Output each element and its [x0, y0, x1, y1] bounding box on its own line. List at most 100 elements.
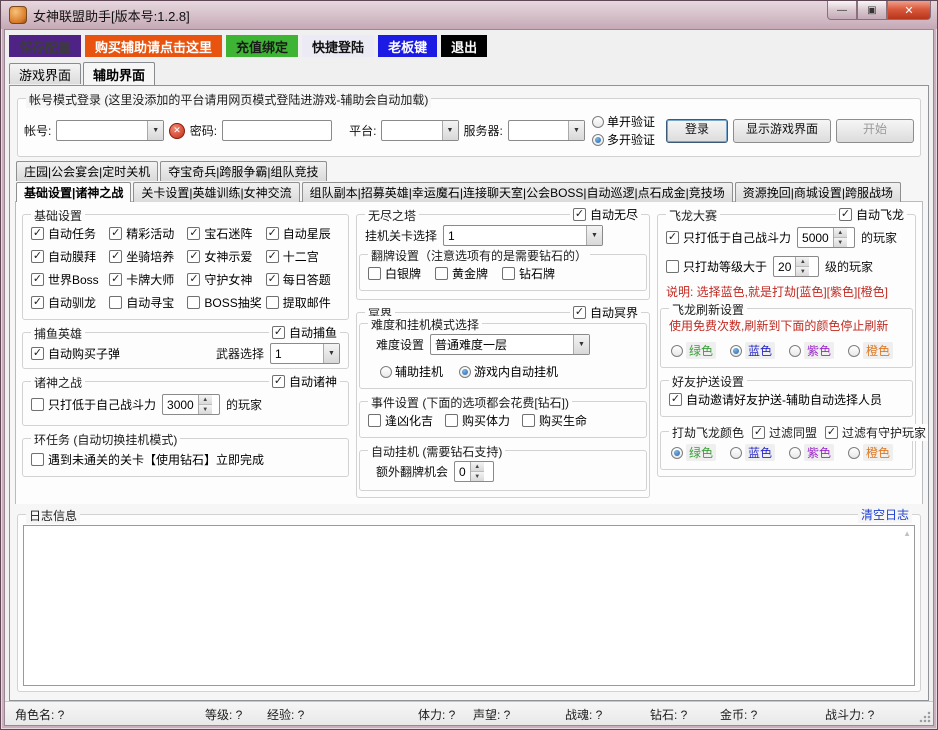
checkbox-buy-bullet[interactable]: 自动购买子弹 — [31, 345, 120, 362]
weapon-combobox[interactable]: 1 ▼ — [270, 343, 340, 364]
checkbox-mount-train[interactable]: 坐骑培养 — [109, 248, 183, 265]
checkbox-auto-escort[interactable]: 自动邀请好友护送-辅助自动选择人员 — [669, 391, 882, 408]
log-textarea[interactable]: ▲ — [23, 525, 915, 686]
exit-button[interactable]: 退出 — [441, 35, 487, 57]
checkbox-treasure-hunt[interactable]: 自动寻宝 — [109, 294, 183, 311]
spinner-arrows-icon[interactable]: ▲▼ — [198, 395, 212, 414]
checkbox-auto-gods[interactable]: 自动诸神 — [272, 373, 337, 390]
server-combobox[interactable]: ▼ — [508, 120, 585, 141]
checkbox-fetch-mail[interactable]: 提取邮件 — [266, 294, 340, 311]
checkbox-rob-level-limit[interactable]: 只打劫等级大于 — [666, 258, 767, 275]
event-settings-caption: 事件设置 (下面的选项都会花费[钻石]) — [368, 394, 572, 411]
password-input[interactable] — [222, 120, 332, 141]
radio-rob-orange[interactable]: 橙色 — [848, 444, 893, 461]
tab-assist-view[interactable]: 辅助界面 — [83, 62, 155, 85]
radio-ingame-hang[interactable]: 游戏内自动挂机 — [459, 363, 558, 380]
platform-combobox[interactable]: ▼ — [381, 120, 458, 141]
checkbox-events[interactable]: 精彩活动 — [109, 225, 183, 242]
checkbox-gold-card[interactable]: 黄金牌 — [435, 265, 488, 282]
minimize-button[interactable]: — — [827, 1, 857, 20]
checkbox-buy-stamina[interactable]: 购买体力 — [445, 412, 510, 429]
tab-game-view[interactable]: 游戏界面 — [9, 63, 81, 84]
checkbox-icon — [445, 414, 458, 427]
checkbox-dragon-tame[interactable]: 自动驯龙 — [31, 294, 105, 311]
save-config-button[interactable]: 保存配置 — [9, 35, 81, 57]
tab-resource-recovery[interactable]: 资源挽回|商城设置|跨服战场 — [735, 182, 901, 202]
login-button[interactable]: 登录 — [666, 119, 728, 143]
checkbox-icon — [31, 347, 44, 360]
checkbox-world-boss[interactable]: 世界Boss — [31, 271, 105, 288]
checkbox-guard-goddess[interactable]: 守护女神 — [187, 271, 261, 288]
radio-rob-purple[interactable]: 紫色 — [789, 444, 834, 461]
endless-caption: 无尽之塔 — [365, 207, 419, 224]
radio-rob-blue[interactable]: 蓝色 — [730, 444, 775, 461]
tab-treasure-group[interactable]: 夺宝奇兵|跨服争霸|组队竞技 — [160, 161, 326, 181]
radio-label: 单开验证 — [607, 113, 655, 130]
checkbox-auto-worship[interactable]: 自动膜拜 — [31, 248, 105, 265]
maximize-icon: ▣ — [867, 5, 876, 16]
tab-team-dungeon[interactable]: 组队副本|招募英雄|幸运魔石|连接聊天室|公会BOSS|自动巡逻|点石成金|竞技… — [302, 182, 733, 202]
checkbox-auto-fishing[interactable]: 自动捕鱼 — [272, 324, 337, 341]
radio-single-login[interactable]: 单开验证 — [592, 113, 655, 130]
radio-icon — [592, 134, 604, 146]
checkbox-silver-card[interactable]: 白银牌 — [368, 265, 421, 282]
buy-assist-button[interactable]: 购买辅助请点击这里 — [85, 35, 222, 57]
dragon-power-spinner[interactable]: 5000 ▲▼ — [797, 227, 855, 248]
radio-refresh-blue[interactable]: 蓝色 — [730, 342, 775, 359]
hang-level-combobox[interactable]: 1 ▼ — [443, 225, 603, 246]
dragon-race-caption: 飞龙大赛 — [666, 207, 720, 224]
spinner-arrows-icon[interactable]: ▲▼ — [795, 257, 809, 276]
checkbox-diamond-complete[interactable]: 遇到未通关的关卡【使用钻石】立即完成 — [31, 451, 264, 468]
quick-login-button[interactable]: 快捷登陆 — [302, 35, 374, 57]
rob-level-spinner[interactable]: 20 ▲▼ — [773, 256, 819, 277]
checkbox-zodiac[interactable]: 十二宫 — [266, 248, 340, 265]
gods-war-caption: 诸神之战 — [31, 374, 85, 391]
tab-basic-settings[interactable]: 基础设置|诸神之战 — [16, 182, 131, 202]
checkbox-dragon-power-limit[interactable]: 只打低于自己战斗力 — [666, 229, 791, 246]
checkbox-filter-alliance[interactable]: 过滤同盟 — [752, 424, 817, 441]
radio-refresh-orange[interactable]: 橙色 — [848, 342, 893, 359]
checkbox-luck-turn[interactable]: 逢凶化吉 — [368, 412, 433, 429]
radio-multi-login[interactable]: 多开验证 — [592, 131, 655, 148]
boss-key-button[interactable]: 老板键 — [378, 35, 437, 57]
radio-refresh-purple[interactable]: 紫色 — [789, 342, 834, 359]
difficulty-combobox[interactable]: 普通难度一层 ▼ — [430, 334, 590, 355]
checkbox-icon — [666, 260, 679, 273]
checkbox-auto-task[interactable]: 自动任务 — [31, 225, 105, 242]
checkbox-filter-guarded[interactable]: 过滤有守护玩家 — [825, 424, 926, 441]
checkbox-gem-maze[interactable]: 宝石迷阵 — [187, 225, 261, 242]
spinner-arrows-icon[interactable]: ▲▼ — [470, 462, 484, 481]
power-limit-spinner[interactable]: 3000 ▲▼ — [162, 394, 220, 415]
resize-grip[interactable] — [919, 711, 931, 723]
tab-level-settings[interactable]: 关卡设置|英雄训练|女神交流 — [133, 182, 299, 202]
radio-rob-green[interactable]: 绿色 — [671, 444, 716, 461]
clear-log-link[interactable]: 清空日志 — [858, 506, 912, 523]
checkbox-power-limit[interactable]: 只打低于自己战斗力 — [31, 396, 156, 413]
checkbox-icon — [573, 306, 586, 319]
show-game-button[interactable]: 显示游戏界面 — [733, 119, 831, 143]
delete-account-icon[interactable]: ✕ — [169, 123, 184, 139]
account-combobox[interactable]: ▼ — [56, 120, 164, 141]
checkbox-goddess-love[interactable]: 女神示爱 — [187, 248, 261, 265]
checkbox-card-master[interactable]: 卡牌大师 — [109, 271, 183, 288]
spinner-arrows-icon[interactable]: ▲▼ — [833, 228, 847, 247]
scroll-up-icon[interactable]: ▲ — [903, 529, 911, 538]
checkbox-auto-endless[interactable]: 自动无尽 — [573, 206, 638, 223]
radio-label: 辅助挂机 — [395, 363, 443, 380]
checkbox-auto-star[interactable]: 自动星辰 — [266, 225, 340, 242]
close-button[interactable]: ✕ — [887, 1, 931, 20]
tab-manor-group[interactable]: 庄园|公会宴会|定时关机 — [16, 161, 158, 181]
maximize-button[interactable]: ▣ — [857, 1, 887, 20]
checkbox-diamond-card[interactable]: 钻石牌 — [502, 265, 555, 282]
checkbox-auto-dragon[interactable]: 自动飞龙 — [839, 206, 904, 223]
checkbox-daily-quiz[interactable]: 每日答题 — [266, 271, 340, 288]
start-button[interactable]: 开始 — [836, 119, 914, 143]
checkbox-boss-lottery[interactable]: BOSS抽奖 — [187, 294, 261, 311]
extra-flip-spinner[interactable]: 0 ▲▼ — [454, 461, 494, 482]
subtab-row-1: 庄园|公会宴会|定时关机 夺宝奇兵|跨服争霸|组队竞技 — [15, 161, 923, 181]
radio-refresh-green[interactable]: 绿色 — [671, 342, 716, 359]
recharge-bind-button[interactable]: 充值绑定 — [226, 35, 298, 57]
checkbox-auto-underworld[interactable]: 自动冥界 — [573, 304, 638, 321]
checkbox-buy-life[interactable]: 购买生命 — [522, 412, 587, 429]
radio-assist-hang[interactable]: 辅助挂机 — [380, 363, 443, 380]
